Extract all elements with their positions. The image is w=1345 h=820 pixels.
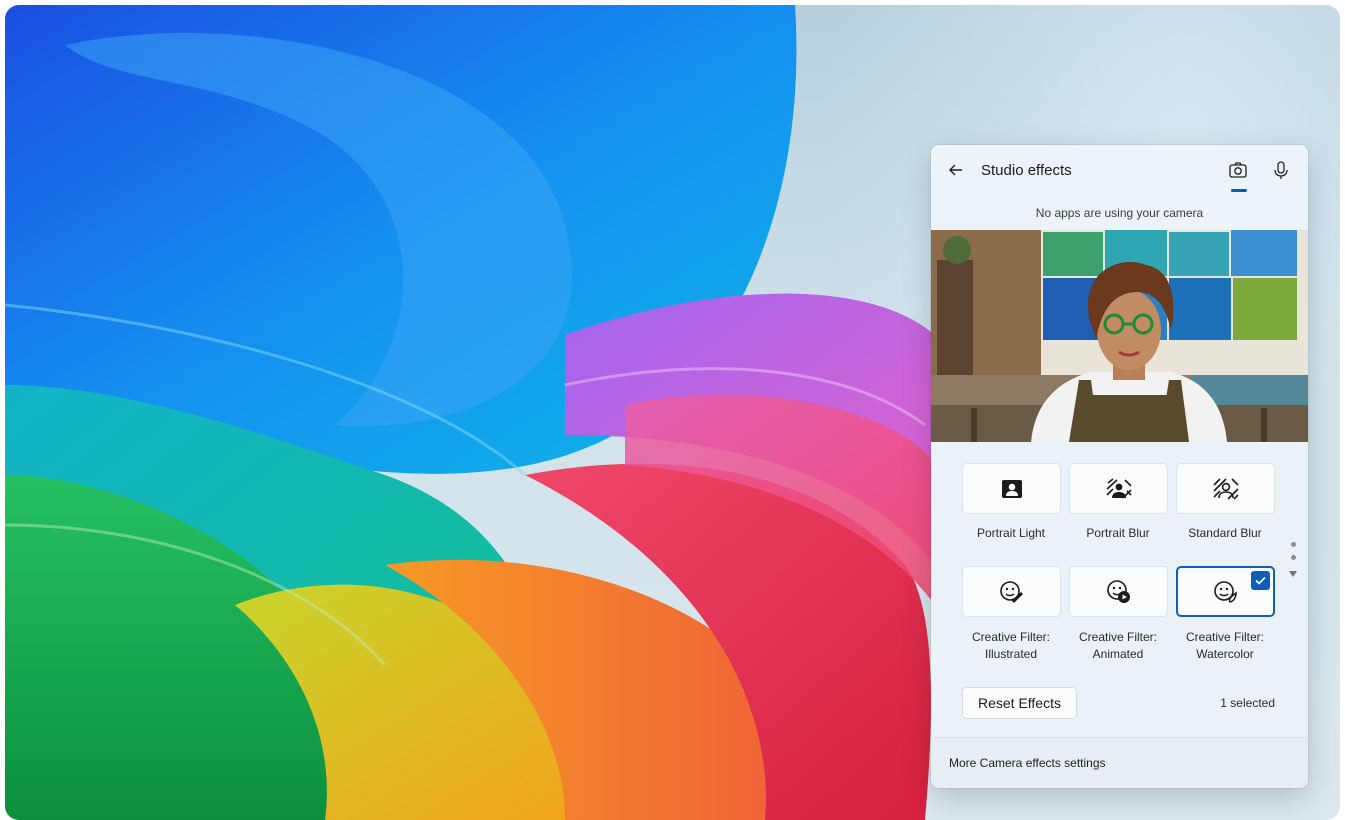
flyout-title: Studio effects xyxy=(981,162,1072,179)
more-camera-effects-settings-link[interactable]: More Camera effects settings xyxy=(949,756,1106,770)
back-arrow-icon[interactable] xyxy=(945,159,967,181)
effect-tile-creative-watercolor[interactable] xyxy=(1176,566,1275,617)
effect-label-creative-watercolor: Creative Filter: Watercolor xyxy=(1185,630,1265,661)
effect-tile-portrait-blur[interactable] xyxy=(1069,463,1168,514)
effect-label-portrait-blur: Portrait Blur xyxy=(1086,526,1150,540)
camera-tab-indicator xyxy=(1231,189,1247,192)
studio-effects-flyout: Studio effects No apps are using your ca… xyxy=(931,145,1308,788)
effect-tile-standard-blur[interactable] xyxy=(1176,463,1275,514)
effect-tile-portrait-light[interactable] xyxy=(962,463,1061,514)
standard-blur-icon xyxy=(1212,477,1239,500)
flyout-footer: More Camera effects settings xyxy=(931,737,1308,788)
camera-icon[interactable] xyxy=(1227,159,1249,181)
selected-count: 1 selected xyxy=(1220,696,1275,710)
effect-tile-creative-animated[interactable] xyxy=(1069,566,1168,617)
camera-preview xyxy=(931,230,1308,442)
creative-watercolor-icon xyxy=(1213,580,1237,603)
selected-checkmark-icon xyxy=(1251,571,1270,590)
scroll-down-arrow-icon[interactable] xyxy=(1289,571,1297,577)
pager-dot[interactable] xyxy=(1291,542,1296,547)
effect-label-creative-animated: Creative Filter: Animated xyxy=(1078,630,1158,661)
effect-label-creative-illustrated: Creative Filter: Illustrated xyxy=(971,630,1051,661)
effect-label-standard-blur: Standard Blur xyxy=(1188,526,1262,540)
pager-dot[interactable] xyxy=(1291,555,1296,560)
portrait-blur-icon xyxy=(1105,477,1132,499)
portrait-light-icon xyxy=(1001,479,1022,498)
effect-label-portrait-light: Portrait Light xyxy=(976,526,1046,540)
creative-illustrated-icon xyxy=(999,580,1023,603)
flyout-header: Studio effects No apps are using your ca… xyxy=(931,145,1308,231)
effect-tile-creative-illustrated[interactable] xyxy=(962,566,1061,617)
reset-effects-button[interactable]: Reset Effects xyxy=(962,687,1077,719)
camera-status-text: No apps are using your camera xyxy=(1035,206,1204,220)
creative-animated-icon xyxy=(1106,579,1130,603)
microphone-icon[interactable] xyxy=(1270,159,1292,181)
